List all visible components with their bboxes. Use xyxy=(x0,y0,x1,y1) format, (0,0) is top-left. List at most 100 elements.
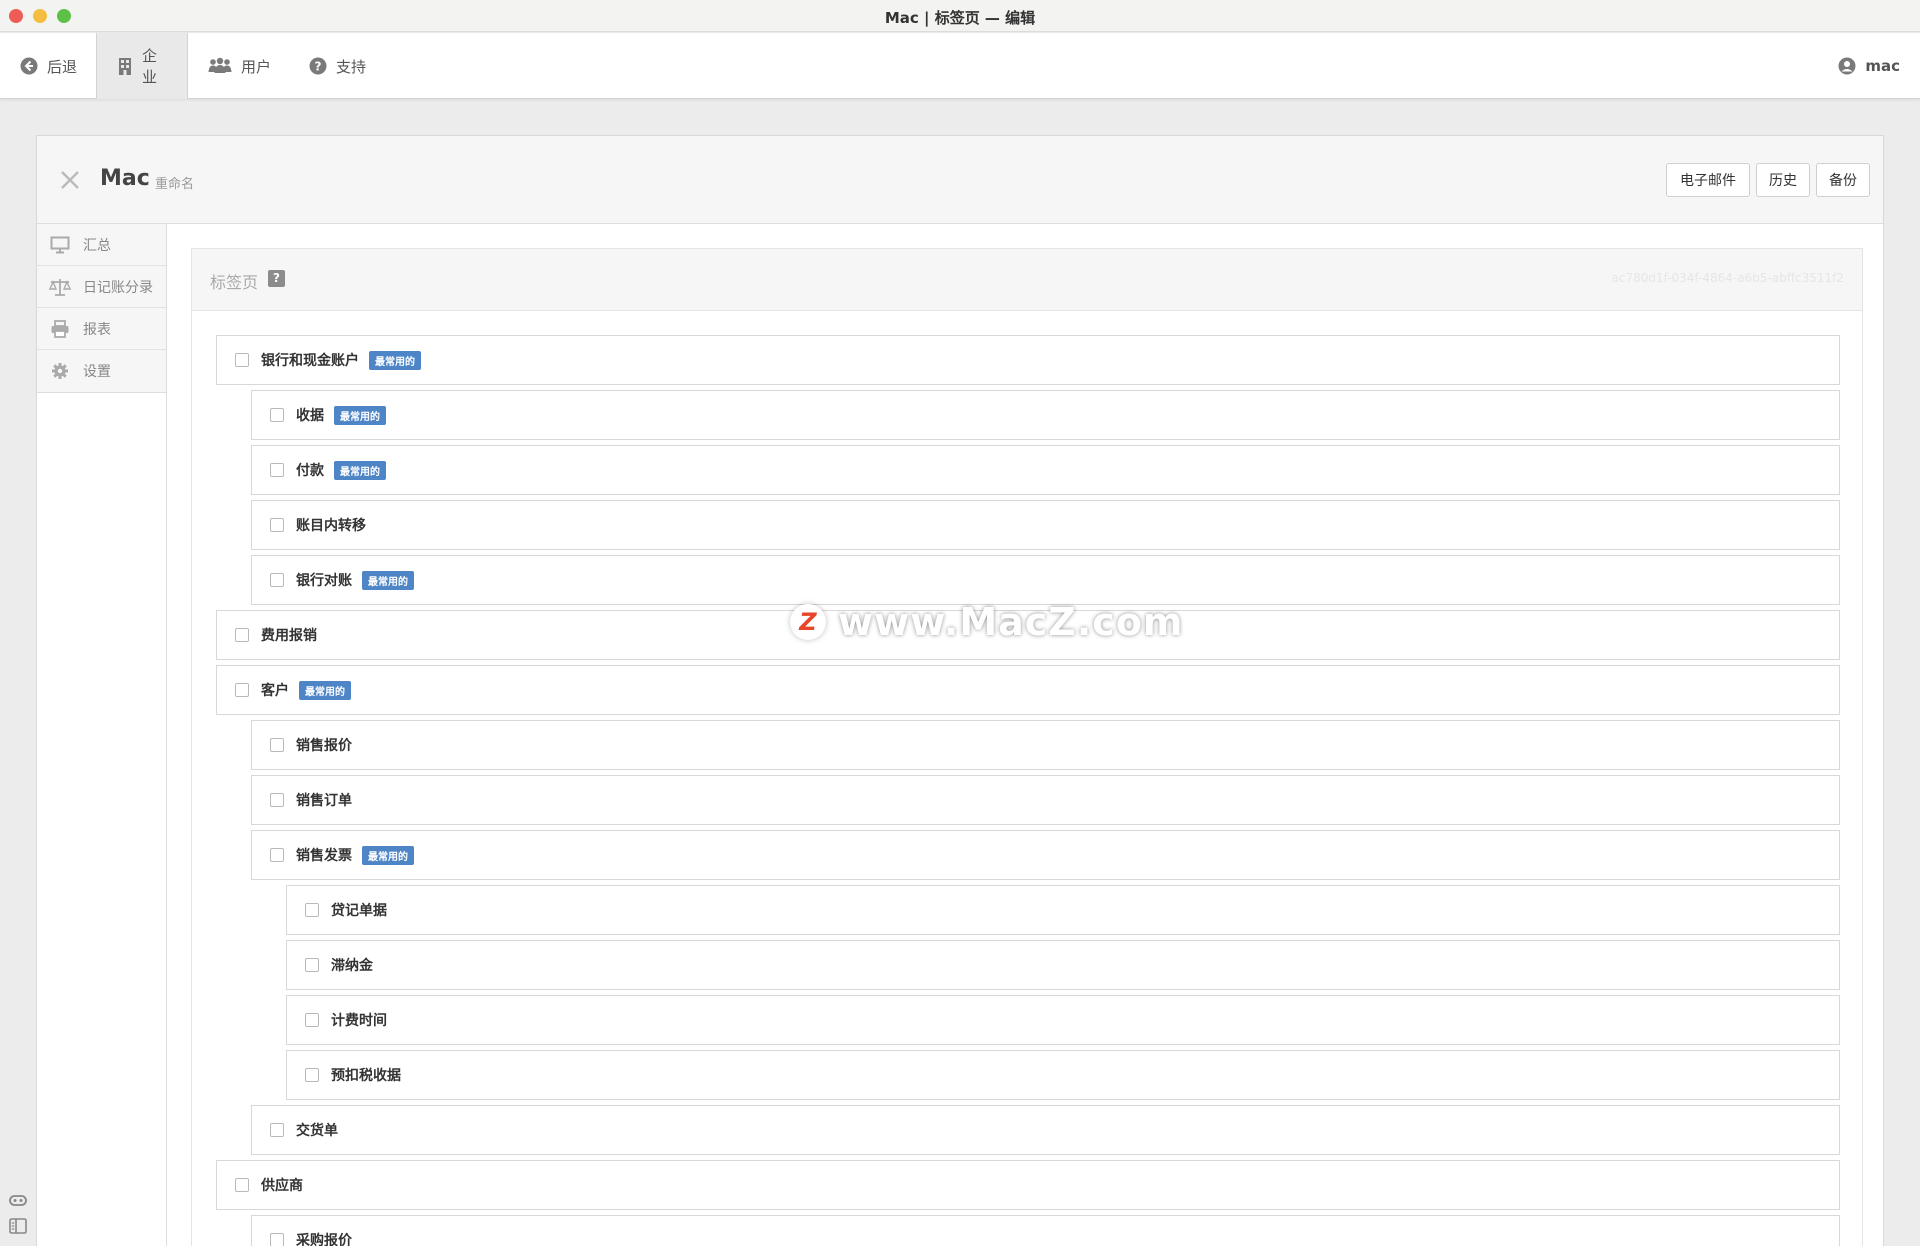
menu-item-settings[interactable]: 设置 xyxy=(37,350,166,392)
row-label: 客户 xyxy=(261,683,289,699)
watermark-logo: Z xyxy=(790,604,826,640)
tree-row[interactable]: 供应商 xyxy=(216,1160,1840,1210)
tree-row[interactable]: 采购报价 xyxy=(251,1215,1840,1246)
row-label: 计费时间 xyxy=(331,1013,387,1029)
row-checkbox[interactable] xyxy=(235,1178,249,1192)
row-checkbox[interactable] xyxy=(270,408,284,422)
scale-icon xyxy=(49,278,71,296)
watermark-text: www.MacZ.com xyxy=(838,600,1184,644)
row-label: 滞纳金 xyxy=(331,958,373,974)
row-label: 银行对账 xyxy=(296,573,352,589)
row-label: 贷记单据 xyxy=(331,903,387,919)
tree-row[interactable]: 客户 最常用的 xyxy=(216,665,1840,715)
sidebar-toggle-icon[interactable] xyxy=(9,1218,27,1236)
nav-users[interactable]: 用户 xyxy=(188,33,291,99)
row-checkbox[interactable] xyxy=(270,1233,284,1246)
main-panel: Mac 重命名 电子邮件 历史 备份 汇总 日记账分录 报表 设置 标签页 ? … xyxy=(36,135,1884,1246)
nav-support[interactable]: ? 支持 xyxy=(289,33,386,99)
row-checkbox[interactable] xyxy=(305,1068,319,1082)
row-checkbox[interactable] xyxy=(270,848,284,862)
monitor-icon xyxy=(49,236,71,254)
row-label: 销售报价 xyxy=(296,738,352,754)
tree-row[interactable]: 贷记单据 xyxy=(286,885,1840,935)
row-checkbox[interactable] xyxy=(235,683,249,697)
row-checkbox[interactable] xyxy=(270,1123,284,1137)
page-title: Mac xyxy=(100,166,150,191)
window-title: Mac | 标签页 — 编辑 xyxy=(884,9,1036,27)
row-label: 交货单 xyxy=(296,1123,338,1139)
row-checkbox[interactable] xyxy=(270,518,284,532)
most-used-badge: 最常用的 xyxy=(334,460,386,480)
top-nav: 后退 企业 用户 ? 支持 mac xyxy=(0,33,1920,99)
tree-row[interactable]: 计费时间 xyxy=(286,995,1840,1045)
menu-item-journal[interactable]: 日记账分录 xyxy=(37,266,166,308)
tree-row[interactable]: 交货单 xyxy=(251,1105,1840,1155)
most-used-badge: 最常用的 xyxy=(334,405,386,425)
gear-icon xyxy=(49,362,71,380)
nav-back-label: 后退 xyxy=(47,57,78,76)
tree-row[interactable]: 销售订单 xyxy=(251,775,1840,825)
tree-row[interactable]: 预扣税收据 xyxy=(286,1050,1840,1100)
tree-row[interactable]: 付款 最常用的 xyxy=(251,445,1840,495)
nav-support-label: 支持 xyxy=(336,57,367,76)
watermark: Z www.MacZ.com xyxy=(790,600,1184,644)
left-menu: 汇总 日记账分录 报表 设置 xyxy=(37,224,167,1246)
backup-button[interactable]: 备份 xyxy=(1816,163,1870,197)
gamepad-icon[interactable] xyxy=(9,1192,27,1210)
arrow-left-circle-icon xyxy=(20,57,38,75)
svg-text:?: ? xyxy=(315,60,322,74)
row-label: 销售订单 xyxy=(296,793,352,809)
row-checkbox[interactable] xyxy=(235,628,249,642)
title-bar: Mac | 标签页 — 编辑 xyxy=(0,0,1920,32)
card-header: 标签页 ? ac780d1f-034f-4864-a6b5-abffc3511f… xyxy=(192,249,1862,311)
record-id: ac780d1f-034f-4864-a6b5-abffc3511f2 xyxy=(1611,271,1844,285)
tree-row[interactable]: 销售发票 最常用的 xyxy=(251,830,1840,880)
tree-row[interactable]: 收据 最常用的 xyxy=(251,390,1840,440)
tree-row[interactable]: 账目内转移 xyxy=(251,500,1840,550)
row-checkbox[interactable] xyxy=(235,353,249,367)
user-name: mac xyxy=(1865,57,1900,75)
menu-item-summary[interactable]: 汇总 xyxy=(37,224,166,266)
menu-item-label: 报表 xyxy=(83,321,111,338)
tree-row[interactable]: 销售报价 xyxy=(251,720,1840,770)
row-label: 费用报销 xyxy=(261,628,317,644)
tree-row[interactable]: 滞纳金 xyxy=(286,940,1840,990)
most-used-badge: 最常用的 xyxy=(362,845,414,865)
email-button[interactable]: 电子邮件 xyxy=(1666,163,1750,197)
row-label: 收据 xyxy=(296,408,324,424)
row-label: 采购报价 xyxy=(296,1233,352,1246)
menu-item-label: 日记账分录 xyxy=(83,279,153,296)
row-checkbox[interactable] xyxy=(270,573,284,587)
rename-link[interactable]: 重命名 xyxy=(155,173,194,192)
row-label: 付款 xyxy=(296,463,324,479)
row-label: 账目内转移 xyxy=(296,518,366,534)
help-icon[interactable]: ? xyxy=(268,270,285,287)
nav-company[interactable]: 企业 xyxy=(96,33,188,99)
nav-company-label: 企业 xyxy=(142,47,158,86)
row-checkbox[interactable] xyxy=(270,793,284,807)
nav-back[interactable]: 后退 xyxy=(0,33,97,99)
menu-item-reports[interactable]: 报表 xyxy=(37,308,166,350)
row-checkbox[interactable] xyxy=(305,903,319,917)
close-icon[interactable] xyxy=(59,169,81,191)
most-used-badge: 最常用的 xyxy=(362,570,414,590)
card-title: 标签页 xyxy=(210,273,259,292)
row-label: 预扣税收据 xyxy=(331,1068,401,1084)
tree-row[interactable]: 银行和现金账户 最常用的 xyxy=(216,335,1840,385)
corner-tools xyxy=(9,1192,29,1244)
row-label: 供应商 xyxy=(261,1178,303,1194)
row-checkbox[interactable] xyxy=(270,463,284,477)
row-checkbox[interactable] xyxy=(305,1013,319,1027)
history-button[interactable]: 历史 xyxy=(1756,163,1810,197)
row-checkbox[interactable] xyxy=(270,738,284,752)
row-label: 销售发票 xyxy=(296,848,352,864)
row-label: 银行和现金账户 xyxy=(261,353,359,369)
menu-item-label: 汇总 xyxy=(83,237,111,254)
user-menu[interactable]: mac xyxy=(1838,33,1900,99)
row-checkbox[interactable] xyxy=(305,958,319,972)
printer-icon xyxy=(49,319,71,338)
building-icon xyxy=(117,57,133,75)
tree-row[interactable]: 银行对账 最常用的 xyxy=(251,555,1840,605)
most-used-badge: 最常用的 xyxy=(369,350,421,370)
panel-header: Mac 重命名 电子邮件 历史 备份 xyxy=(37,136,1883,224)
